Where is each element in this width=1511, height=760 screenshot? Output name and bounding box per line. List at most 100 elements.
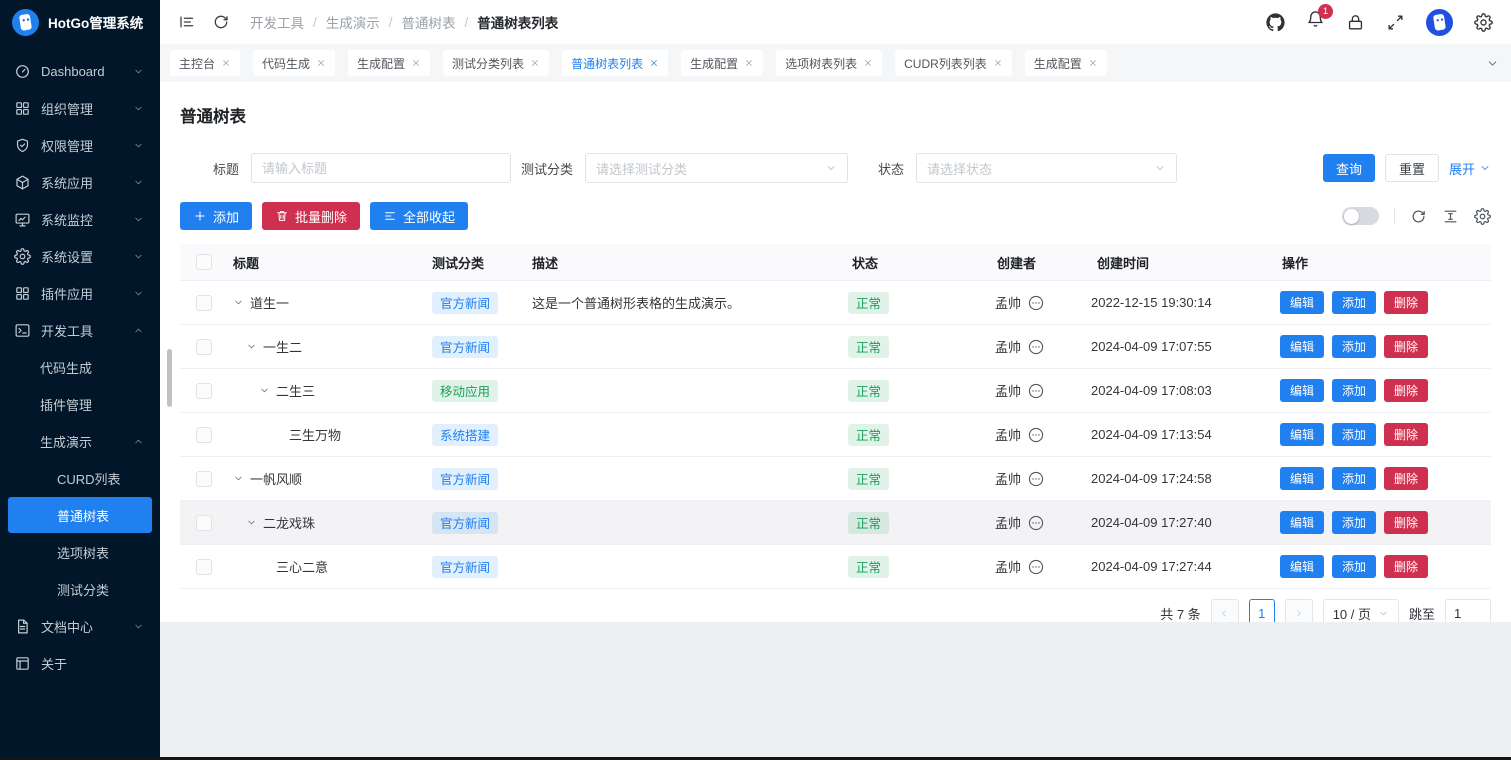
row-add-button[interactable]: 添加 [1332,511,1376,534]
row-checkbox[interactable] [196,339,212,355]
tree-expand-icon[interactable] [233,473,244,484]
sidebar-item-normal-tree-table[interactable]: 普通树表 [8,497,152,533]
row-delete-button[interactable]: 删除 [1384,467,1428,490]
tree-expand-icon[interactable] [246,517,257,528]
sidebar-item-system-monitor[interactable]: 系统监控 [8,201,152,237]
row-delete-button[interactable]: 删除 [1384,555,1428,578]
user-avatar[interactable] [1426,9,1453,36]
app-logo[interactable]: HotGo管理系统 [0,0,160,44]
row-add-button[interactable]: 添加 [1332,291,1376,314]
page-refresh-icon[interactable] [212,13,230,31]
add-button[interactable]: 添加 [180,202,252,230]
sidebar-item-dashboard[interactable]: Dashboard [8,53,152,89]
edit-button[interactable]: 编辑 [1280,335,1324,358]
sidebar-item-test-category[interactable]: 测试分类 [8,571,152,607]
edit-button[interactable]: 编辑 [1280,423,1324,446]
tab-4[interactable]: 普通树表列表 [562,50,668,76]
sidebar-item-plugin-app[interactable]: 插件应用 [8,275,152,311]
sidebar-item-permission-management[interactable]: 权限管理 [8,127,152,163]
edit-button[interactable]: 编辑 [1280,555,1324,578]
tab-2[interactable]: 生成配置 [348,50,430,76]
fullscreen-icon[interactable] [1386,13,1405,32]
row-add-button[interactable]: 添加 [1332,335,1376,358]
next-page-button[interactable] [1285,599,1313,622]
column-settings-gear-icon[interactable] [1474,208,1491,225]
row-checkbox[interactable] [196,471,212,487]
notification-bell[interactable]: 1 [1306,10,1325,34]
status-filter-select[interactable]: 请选择状态 [916,153,1177,183]
row-checkbox[interactable] [196,427,212,443]
sidebar-item-option-tree-table[interactable]: 选项树表 [8,534,152,570]
tab-close-icon[interactable] [530,58,540,68]
edit-button[interactable]: 编辑 [1280,467,1324,490]
tab-close-icon[interactable] [221,58,231,68]
category-filter-select[interactable]: 请选择测试分类 [585,153,848,183]
tree-expand-icon[interactable] [246,341,257,352]
lock-icon[interactable] [1346,13,1365,32]
table-toggle[interactable] [1342,207,1379,225]
row-delete-button[interactable]: 删除 [1384,511,1428,534]
sidebar-item-curd-list[interactable]: CURD列表 [8,460,152,496]
row-density-icon[interactable] [1442,208,1459,225]
creator-more-icon[interactable] [1028,559,1044,575]
breadcrumb-item[interactable]: 生成演示 [326,12,380,32]
tab-6[interactable]: 选项树表列表 [776,50,882,76]
tree-expand-icon[interactable] [233,297,244,308]
creator-more-icon[interactable] [1028,295,1044,311]
tab-1[interactable]: 代码生成 [253,50,335,76]
tab-close-icon[interactable] [744,58,754,68]
tab-close-icon[interactable] [1088,58,1098,68]
tab-8[interactable]: 生成配置 [1025,50,1107,76]
sidebar-item-code-generation[interactable]: 代码生成 [8,349,152,385]
page-size-select[interactable]: 10 / 页 [1323,599,1399,622]
select-all-checkbox[interactable] [196,254,212,270]
tree-expand-icon[interactable] [259,385,270,396]
tab-5[interactable]: 生成配置 [681,50,763,76]
sidebar-item-org-management[interactable]: 组织管理 [8,90,152,126]
creator-more-icon[interactable] [1028,339,1044,355]
creator-more-icon[interactable] [1028,515,1044,531]
title-filter-input[interactable] [251,153,511,183]
batch-delete-button[interactable]: 批量删除 [262,202,360,230]
creator-more-icon[interactable] [1028,383,1044,399]
edit-button[interactable]: 编辑 [1280,291,1324,314]
table-refresh-icon[interactable] [1410,208,1427,225]
scrollbar-thumb[interactable] [167,349,172,407]
sidebar-item-system-app[interactable]: 系统应用 [8,164,152,200]
creator-more-icon[interactable] [1028,471,1044,487]
github-icon[interactable] [1266,13,1285,32]
sidebar-item-plugin-management[interactable]: 插件管理 [8,386,152,422]
row-delete-button[interactable]: 删除 [1384,379,1428,402]
prev-page-button[interactable] [1211,599,1239,622]
breadcrumb-item[interactable]: 普通树表 [402,12,456,32]
creator-more-icon[interactable] [1028,427,1044,443]
row-delete-button[interactable]: 删除 [1384,291,1428,314]
page-1-button[interactable]: 1 [1249,599,1275,622]
row-add-button[interactable]: 添加 [1332,555,1376,578]
tab-close-icon[interactable] [863,58,873,68]
sidebar-item-generation-demo[interactable]: 生成演示 [8,423,152,459]
tab-close-icon[interactable] [411,58,421,68]
tab-7[interactable]: CUDR列表列表 [895,50,1012,76]
sidebar-item-about[interactable]: 关于 [8,645,152,681]
menu-collapse-icon[interactable] [178,13,196,31]
row-delete-button[interactable]: 删除 [1384,335,1428,358]
row-add-button[interactable]: 添加 [1332,467,1376,490]
row-checkbox[interactable] [196,295,212,311]
tabs-dropdown-icon[interactable] [1486,57,1499,70]
sidebar-item-dev-tools[interactable]: 开发工具 [8,312,152,348]
breadcrumb-item[interactable]: 开发工具 [250,12,304,32]
reset-button[interactable]: 重置 [1385,154,1439,182]
sidebar-item-document-center[interactable]: 文档中心 [8,608,152,644]
search-button[interactable]: 查询 [1323,154,1375,182]
edit-button[interactable]: 编辑 [1280,511,1324,534]
tab-0[interactable]: 主控台 [170,50,240,76]
tab-close-icon[interactable] [649,58,659,68]
jump-page-input[interactable] [1445,599,1491,622]
row-checkbox[interactable] [196,383,212,399]
sidebar-item-system-settings[interactable]: 系统设置 [8,238,152,274]
settings-gear-icon[interactable] [1474,13,1493,32]
row-checkbox[interactable] [196,559,212,575]
collapse-all-button[interactable]: 全部收起 [370,202,468,230]
tab-close-icon[interactable] [993,58,1003,68]
